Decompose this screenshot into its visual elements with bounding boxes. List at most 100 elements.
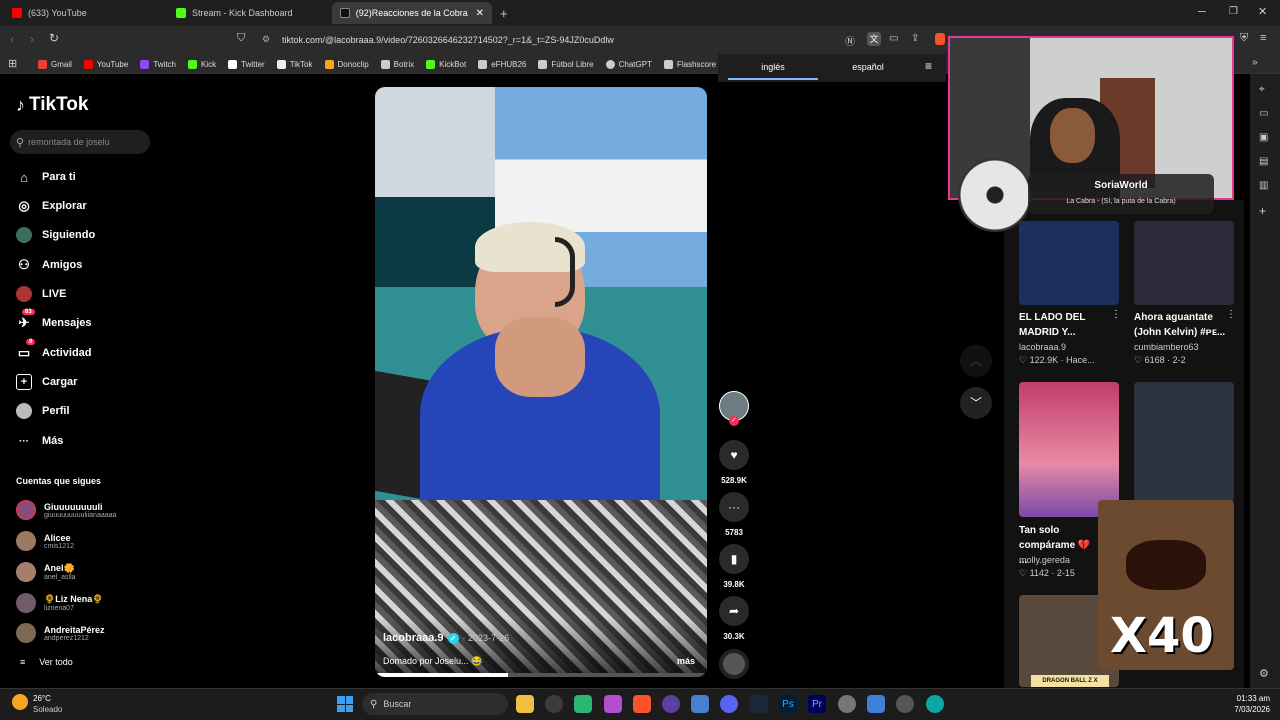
bookmark-futbol-libre[interactable]: Fútbol Libre <box>538 56 594 72</box>
like-button[interactable]: ♥ <box>719 440 749 470</box>
cast-icon[interactable]: ▭ <box>889 33 898 44</box>
discord-icon[interactable] <box>720 695 738 713</box>
music-disc-icon[interactable] <box>719 649 749 679</box>
related-user-3[interactable]: molly.gereda <box>1019 555 1070 565</box>
nav-mensajes[interactable]: ✈ 83 Mensajes <box>16 309 92 334</box>
related-thumb-1[interactable] <box>1019 221 1119 305</box>
photoshop-icon[interactable]: Ps <box>779 695 797 713</box>
nav-live[interactable]: LIVE <box>16 283 66 305</box>
tab-youtube[interactable]: (633) YouTube <box>4 2 164 24</box>
wallet-panel-icon[interactable]: ▣ <box>1259 132 1268 143</box>
settings-app-icon[interactable] <box>838 695 856 713</box>
related-thumb-4[interactable] <box>1134 382 1234 502</box>
apps-icon[interactable]: ⊞ <box>8 57 17 70</box>
weather-icon[interactable] <box>12 694 28 710</box>
reader-icon[interactable]: Ⓝ <box>845 33 855 48</box>
steam-icon[interactable] <box>750 695 768 713</box>
tiktok-search[interactable]: ⚲ remontada de joselu <box>10 130 150 154</box>
search-input[interactable]: remontada de joselu <box>28 137 110 147</box>
forward-icon[interactable]: › <box>30 32 34 46</box>
follow-check-icon[interactable]: ✓ <box>729 416 739 426</box>
translate-icon[interactable]: 文 <box>867 32 881 46</box>
taskbar-search[interactable]: ⚲ Buscar <box>362 693 508 715</box>
bookmarks-overflow-icon[interactable]: » <box>1252 57 1258 68</box>
premiere-icon[interactable]: Pr <box>808 695 826 713</box>
notepad-icon[interactable] <box>867 695 885 713</box>
weather-temp[interactable]: 26°C <box>33 694 51 703</box>
share-page-icon[interactable]: ⇪ <box>911 33 919 44</box>
nav-siguiendo[interactable]: Siguiendo <box>16 224 95 246</box>
related-more-icon[interactable]: ⋮ <box>1111 309 1121 320</box>
related-thumb-3[interactable] <box>1019 382 1119 517</box>
bookmark-botrix[interactable]: Botrix <box>380 56 414 72</box>
bookmark-kick[interactable]: Kick <box>188 56 216 72</box>
bookmarks-panel-icon[interactable]: ▥ <box>1259 180 1268 191</box>
file-explorer-icon[interactable] <box>516 695 534 713</box>
comment-button[interactable]: ··· <box>719 492 749 522</box>
new-tab-icon[interactable]: + <box>500 6 508 21</box>
bookmark-chatgpt[interactable]: ChatGPT <box>605 56 652 72</box>
following-item[interactable]: Alicee cmis1212 <box>16 528 74 554</box>
minimize-icon[interactable]: ─ <box>1198 6 1206 18</box>
bookmark-youtube[interactable]: YouTube <box>83 56 128 72</box>
player-icon[interactable] <box>896 695 914 713</box>
bookmark-page-icon[interactable]: ⛉ <box>237 32 245 45</box>
bookmark-donoclip[interactable]: Donoclip <box>324 56 369 72</box>
media-icon[interactable] <box>662 695 680 713</box>
site-info-icon[interactable]: ⚙ <box>262 34 270 45</box>
following-item[interactable]: Anel🌼 anel_aslla <box>16 559 76 585</box>
next-video-button[interactable]: ﹀ <box>960 387 992 419</box>
nav-cargar[interactable]: + Cargar <box>16 371 77 393</box>
bookmark-gmail[interactable]: Gmail <box>38 56 72 72</box>
nav-mas[interactable]: ··· Más <box>16 430 63 452</box>
nav-para-ti[interactable]: ⌂ Para ti <box>16 166 76 188</box>
following-item[interactable]: AndreitaPérez andperez1212 <box>16 620 105 646</box>
reading-list-icon[interactable]: ▤ <box>1259 156 1268 167</box>
related-title-2[interactable]: Ahora aguantate (John Kelvin) #ᴘᴇ... <box>1134 310 1226 340</box>
following-item[interactable]: 🌻Liz Nena🌻 liznena07 <box>16 590 103 616</box>
bookmark-twitter[interactable]: Twitter <box>228 56 265 72</box>
brave-icon[interactable] <box>633 695 651 713</box>
bookmark-kickbot[interactable]: KickBot <box>426 56 466 72</box>
edge-icon[interactable] <box>926 695 944 713</box>
back-icon[interactable]: ‹ <box>10 32 14 46</box>
nav-actividad[interactable]: ▭ 9 Actividad <box>16 339 92 364</box>
leo-ai-icon[interactable]: ⌖ <box>1259 84 1265 95</box>
bookmark-twitch[interactable]: Twitch <box>140 56 176 72</box>
reload-icon[interactable]: ↻ <box>49 31 59 45</box>
nav-amigos[interactable]: ⚇ Amigos <box>16 254 82 276</box>
clock-time[interactable]: 01:33 am <box>1228 694 1270 703</box>
restore-icon[interactable]: ❐ <box>1229 6 1238 17</box>
url-field[interactable]: ⚙ tiktok.com/@lacobraaa.9/video/72603266… <box>256 30 846 50</box>
bookmark-button[interactable]: ▮ <box>719 544 749 574</box>
related-user-2[interactable]: cumbiambero63 <box>1134 342 1199 352</box>
obs-icon[interactable] <box>545 695 563 713</box>
close-window-icon[interactable]: ✕ <box>1258 5 1267 18</box>
video-author[interactable]: lacobraaa.9 <box>383 632 444 644</box>
bookmark-tiktok[interactable]: TikTok <box>276 56 313 72</box>
start-button[interactable] <box>337 696 353 712</box>
translate-lang-spanish[interactable]: español <box>828 54 908 80</box>
calculator-icon[interactable] <box>691 695 709 713</box>
menu-icon[interactable]: ≡ <box>1260 32 1266 44</box>
related-user-1[interactable]: lacobraaa.9 <box>1019 342 1066 352</box>
following-item[interactable]: Giuuuuuuuuli giuuuuuuuuuliianaaaaa <box>16 497 116 523</box>
bookmark-efhub[interactable]: eFHUB26 <box>478 56 526 72</box>
share-button[interactable]: ➦ <box>719 596 749 626</box>
brave-shield-icon[interactable] <box>935 33 945 45</box>
translate-lang-english[interactable]: inglés <box>728 54 818 80</box>
video-more-link[interactable]: más <box>677 656 695 666</box>
related-thumb-2[interactable] <box>1134 221 1234 305</box>
see-all-link[interactable]: ≡ Ver todo <box>20 657 73 667</box>
tab-tiktok[interactable]: (92)Reacciones de la Cobra a ✕ <box>332 2 492 24</box>
bookmark-flashscore[interactable]: Flashscore <box>663 56 716 72</box>
video-player[interactable]: lacobraaa.9 ✓ · 2023-7-26 Domado por Jos… <box>375 87 707 677</box>
translate-menu-icon[interactable]: ≡ <box>925 59 932 73</box>
app-icon[interactable] <box>604 695 622 713</box>
related-title-1[interactable]: EL LADO DEL MADRID Y... <box>1019 310 1109 340</box>
nav-perfil[interactable]: Perfil <box>16 400 70 422</box>
prev-video-button[interactable]: ︿ <box>960 345 992 377</box>
tiktok-logo[interactable]: ♪ TikTok <box>16 94 88 116</box>
video-progress[interactable] <box>375 673 707 677</box>
wallet-icon[interactable]: ⛨ <box>1240 32 1248 45</box>
